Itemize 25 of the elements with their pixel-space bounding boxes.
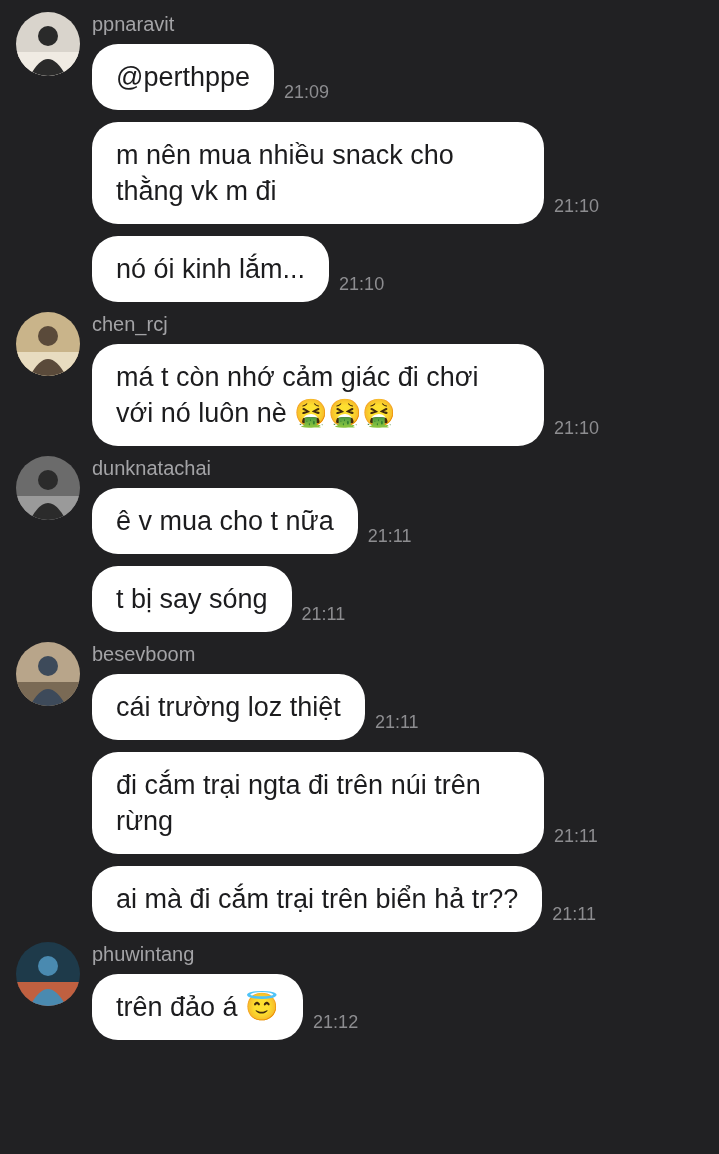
message-time: 21:11 [552,903,596,926]
message-bubble: nó ói kinh lắm... [92,236,330,302]
sender-name: ppnaravit [92,12,176,36]
message-time: 21:12 [313,1011,359,1034]
sender-name: besevboom [92,642,197,666]
message-bubble: t bị say sóng [92,566,292,632]
message-bubble: @perthppe [92,44,274,110]
message-bubble: cái trường loz thiệt [92,674,365,740]
message-bubble: m nên mua nhiều snack cho thằng vk m đi [92,122,544,224]
message-time: 21:11 [374,711,419,734]
message-time: 21:09 [284,81,330,104]
message-bubble: má t còn nhớ cảm giác đi chơi với nó luôn nè 🤮🤮🤮 [92,344,544,446]
message-time: 21:10 [339,273,385,296]
message-bubble: ê v mua cho t nữa [92,488,358,554]
sender-name: phuwintang [92,942,196,966]
message-bubble: đi cắm trại ngta đi trên núi trên rừng [92,752,544,854]
message-bubble: trên đảo á 😇 [92,974,304,1040]
message-time: 21:10 [554,417,600,440]
message-time: 21:11 [367,525,412,548]
message-time: 21:11 [301,603,346,626]
message-bubble: ai mà đi cắm trại trên biển hả tr?? [92,866,543,932]
sender-name: dunknatachai [92,456,212,480]
sender-name: chen_rcj [92,312,169,336]
message-time: 21:10 [554,195,600,218]
message-time: 21:11 [554,825,598,848]
